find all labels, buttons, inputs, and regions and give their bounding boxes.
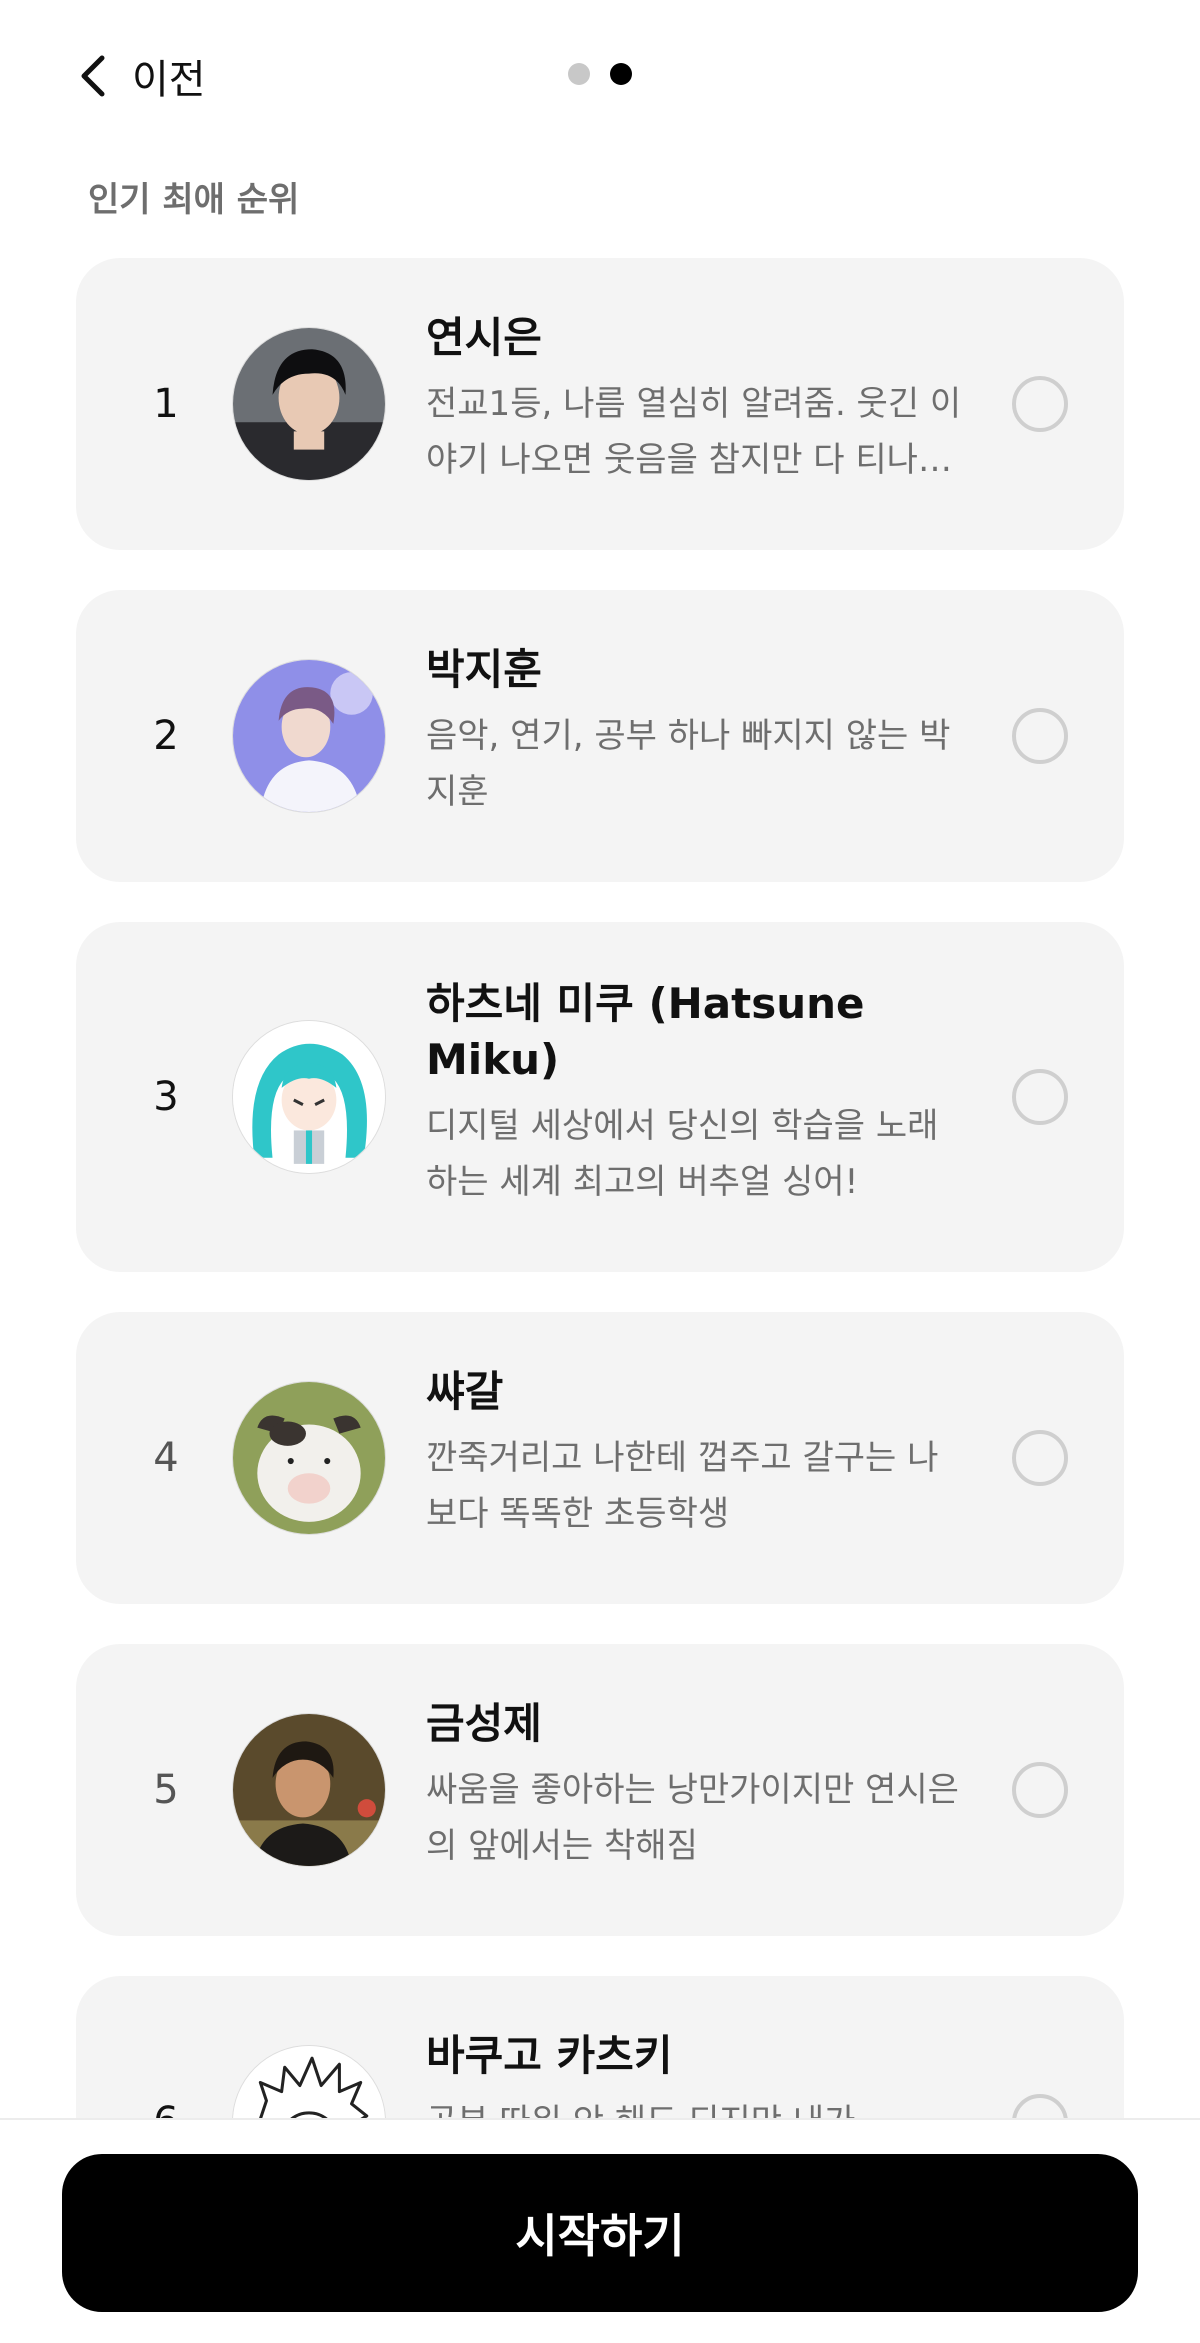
select-radio[interactable] <box>1012 1069 1068 1125</box>
card-text: 바쿠고 카츠키 공부 따위 안 해도 되지만 내가 <box>426 2028 966 2118</box>
character-card[interactable]: 2 박지훈 음악, 연기, 공부 하나 빠지지 않는 박지훈 <box>76 590 1124 882</box>
select-radio[interactable] <box>1012 1430 1068 1486</box>
avatar <box>232 1713 386 1867</box>
back-label: 이전 <box>132 57 206 103</box>
top-bar: 이전 <box>0 0 1200 150</box>
card-text: 금성제 싸움을 좋아하는 낭만가이지만 연시은의 앞에서는 착해짐 <box>426 1696 966 1874</box>
avatar <box>232 1381 386 1535</box>
character-list: 1 연시은 전교1등, 나름 열심히 알려줌. 웃긴 이야기 나오면 웃음을 참… <box>76 258 1124 2118</box>
character-description: 공부 따위 안 해도 되지만 내가 <box>426 2094 966 2118</box>
character-card[interactable]: 3 하츠네 미쿠 (Hatsune Miku) 디지털 세상에서 당신의 학습을… <box>76 922 1124 1272</box>
select-radio[interactable] <box>1012 376 1068 432</box>
rank-number: 6 <box>146 2099 186 2118</box>
avatar-photo-icon <box>233 1021 385 1173</box>
page-indicator <box>568 63 632 85</box>
chevron-left-icon <box>81 55 105 97</box>
back-button[interactable]: 이전 <box>74 44 206 108</box>
card-text: 쌰갈 깐죽거리고 나한테 껍주고 갈구는 나보다 똑똑한 초등학생 <box>426 1364 966 1542</box>
page-dot-2 <box>610 63 632 85</box>
character-name: 쌰갈 <box>426 1367 504 1416</box>
rank-number: 5 <box>153 1767 179 1813</box>
avatar-photo-icon <box>233 328 385 480</box>
avatar <box>232 2045 386 2118</box>
bottom-bar: 시작하기 <box>0 2118 1200 2343</box>
card-text: 하츠네 미쿠 (Hatsune Miku) 디지털 세상에서 당신의 학습을 노… <box>426 976 966 1210</box>
rank-number: 4 <box>153 1435 179 1481</box>
rank-number: 2 <box>153 713 179 759</box>
character-card[interactable]: 6 바쿠고 카츠키 공부 따위 안 해도 되지만 내가 <box>76 1976 1124 2118</box>
rank-number: 3 <box>153 1074 179 1120</box>
select-radio[interactable] <box>1012 708 1068 764</box>
start-button[interactable]: 시작하기 <box>62 2154 1138 2312</box>
avatar <box>232 327 386 481</box>
character-name: 박지훈 <box>426 645 542 694</box>
avatar-photo-icon <box>233 1382 385 1534</box>
character-name: 바쿠고 카츠키 <box>426 2031 673 2080</box>
character-name: 하츠네 미쿠 (Hatsune Miku) <box>426 979 865 1084</box>
character-description: 음악, 연기, 공부 하나 빠지지 않는 박지훈 <box>426 716 951 812</box>
select-radio[interactable] <box>1012 1762 1068 1818</box>
avatar <box>232 1020 386 1174</box>
avatar <box>232 659 386 813</box>
character-description: 디지털 세상에서 당신의 학습을 노래하는 세계 최고의 버추얼 싱어! <box>426 1106 939 1202</box>
card-text: 박지훈 음악, 연기, 공부 하나 빠지지 않는 박지훈 <box>426 642 966 820</box>
character-name: 연시은 <box>426 313 542 362</box>
select-radio[interactable] <box>1012 2094 1068 2118</box>
character-description: 싸움을 좋아하는 낭만가이지만 연시은의 앞에서는 착해짐 <box>426 1770 959 1866</box>
avatar-photo-icon <box>233 1714 385 1866</box>
character-description: 전교1등, 나름 열심히 알려줌. 웃긴 이야기 나오면 웃음을 참지만 다 티… <box>426 384 962 480</box>
character-name: 금성제 <box>426 1699 542 1748</box>
card-text: 연시은 전교1등, 나름 열심히 알려줌. 웃긴 이야기 나오면 웃음을 참지만… <box>426 310 966 488</box>
character-card[interactable]: 1 연시은 전교1등, 나름 열심히 알려줌. 웃긴 이야기 나오면 웃음을 참… <box>76 258 1124 550</box>
rank-number: 1 <box>153 381 179 427</box>
character-card[interactable]: 5 금성제 싸움을 좋아하는 낭만가이지만 연시은의 앞에서는 착해짐 <box>76 1644 1124 1936</box>
section-title: 인기 최애 순위 <box>88 180 300 220</box>
page-dot-1 <box>568 63 590 85</box>
avatar-sketch-icon <box>233 2046 385 2118</box>
character-description: 깐죽거리고 나한테 껍주고 갈구는 나보다 똑똑한 초등학생 <box>426 1438 939 1534</box>
avatar-photo-icon <box>233 660 385 812</box>
character-card[interactable]: 4 쌰갈 깐죽거리고 나한테 껍주고 갈구는 나보다 똑똑한 초등학생 <box>76 1312 1124 1604</box>
